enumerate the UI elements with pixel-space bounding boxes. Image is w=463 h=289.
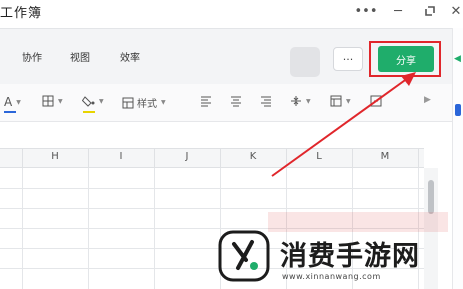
align-left-icon[interactable]	[200, 95, 212, 107]
merge-icon[interactable]	[370, 95, 382, 107]
font-color-icon[interactable]: A ▼	[4, 95, 21, 109]
side-panel	[452, 28, 463, 289]
align-center-icon[interactable]	[230, 95, 242, 107]
column-header-h[interactable]: H	[22, 151, 88, 162]
font-color-swatch	[4, 111, 16, 113]
grid-line	[0, 188, 424, 189]
chevron-left-icon[interactable]: ◀	[454, 54, 461, 64]
close-icon[interactable]: ✕	[446, 2, 463, 20]
table-style-label: 样式	[137, 99, 157, 110]
column-header-i[interactable]: I	[88, 151, 154, 162]
column-header: H I J K L M	[0, 148, 424, 169]
more-options-button[interactable]: ···	[333, 47, 363, 71]
watermark-band	[268, 212, 448, 232]
border-icon[interactable]: ▼	[42, 95, 63, 107]
column-header-k[interactable]: K	[220, 151, 286, 162]
watermark-text: 消费手游网	[280, 241, 420, 272]
share-button[interactable]: 分享	[378, 46, 434, 72]
column-header-l[interactable]: L	[286, 151, 352, 162]
menu-item-view[interactable]: 视图	[70, 49, 90, 64]
window-title: 工作簿	[0, 6, 43, 21]
toolbar: A ▼ ▼ ▼ 样式 ▼ ▼ ▼ ▶	[0, 84, 452, 122]
more-right-icon[interactable]: ▶	[424, 95, 431, 105]
avatar[interactable]	[290, 47, 320, 77]
column-header-m[interactable]: M	[352, 151, 418, 162]
restore-icon[interactable]	[420, 2, 440, 20]
minimize-icon[interactable]: ─	[388, 2, 408, 20]
table-style-icon[interactable]: 样式 ▼	[122, 95, 166, 110]
more-icon[interactable]: •••	[355, 2, 378, 20]
menu-bar: 协作 视图 效率 ··· 分享	[0, 28, 452, 84]
watermark-url: www.xinnanwang.com	[282, 272, 381, 281]
cell-format-icon[interactable]: ▼	[330, 95, 351, 107]
column-header-j[interactable]: J	[154, 151, 220, 162]
menu-item-collaborate[interactable]: 协作	[22, 49, 42, 64]
menu-item-efficiency[interactable]: 效率	[120, 49, 140, 64]
title-bar: 工作簿 ••• ─ ✕	[0, 0, 463, 24]
align-right-icon[interactable]	[260, 95, 272, 107]
side-panel-icon[interactable]	[455, 104, 461, 116]
vertical-align-icon[interactable]: ▼	[290, 95, 311, 107]
watermark-logo-icon	[218, 230, 270, 282]
scrollbar-thumb[interactable]	[428, 180, 434, 214]
grid-line	[0, 208, 424, 209]
column-divider	[418, 149, 419, 169]
fill-color-swatch	[83, 111, 95, 113]
fill-color-icon[interactable]: ▼	[82, 95, 104, 107]
